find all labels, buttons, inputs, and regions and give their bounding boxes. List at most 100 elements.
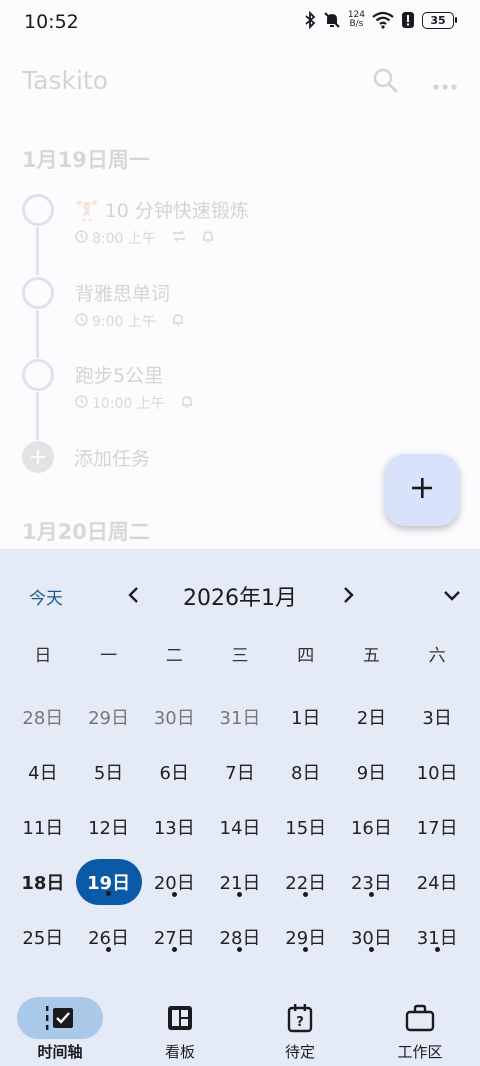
clock-icon — [75, 312, 88, 330]
day-label: 15日 — [285, 817, 327, 839]
bell-icon — [202, 230, 214, 247]
task-indicator-dot — [237, 947, 243, 952]
calendar-day[interactable]: 30日 — [141, 689, 207, 744]
nav-item-pending[interactable]: ? 待定 — [240, 986, 360, 1066]
calendar-day[interactable]: 24日 — [404, 854, 470, 909]
task-item[interactable]: 背雅思单词 9:00 上午 — [22, 277, 442, 358]
today-button[interactable]: 今天 — [29, 584, 63, 609]
add-task-fab[interactable] — [385, 454, 459, 526]
task-meta: 8:00 上午 — [75, 228, 214, 248]
more-icon[interactable] — [433, 76, 457, 95]
task-time: 8:00 上午 — [92, 231, 156, 247]
calendar-day[interactable]: 20日 — [141, 854, 207, 909]
calendar-day[interactable]: 27日 — [141, 909, 207, 964]
calendar-day[interactable]: 4日 — [10, 744, 76, 799]
status-bar: 10:52 124 B/s 35 — [0, 0, 480, 46]
day-label: 1日 — [290, 707, 321, 729]
add-task-row[interactable]: + 添加任务 — [22, 441, 150, 473]
calendar-day[interactable]: 7日 — [207, 744, 273, 799]
day-label: 30日 — [350, 927, 392, 949]
month-label: 2026年1月 — [183, 586, 297, 611]
task-checkbox[interactable] — [22, 277, 54, 309]
calendar-day[interactable]: 12日 — [76, 799, 142, 854]
alert-icon — [401, 11, 415, 29]
calendar-day[interactable]: 29日 — [273, 909, 339, 964]
day-label: 27日 — [153, 927, 195, 949]
calendar-day[interactable]: 28日 — [207, 909, 273, 964]
calendar-day-today[interactable]: 18日 — [10, 854, 76, 909]
day-label: 16日 — [350, 817, 392, 839]
weekday-label: 五 — [362, 646, 380, 666]
day-label: 5日 — [93, 762, 124, 784]
date-header: 1月19日周一 — [22, 148, 150, 172]
chevron-down-icon[interactable] — [442, 585, 462, 605]
calendar-day[interactable]: 16日 — [339, 799, 405, 854]
calendar-day[interactable]: 30日 — [339, 909, 405, 964]
calendar-day[interactable]: 8日 — [273, 744, 339, 799]
app-title: Taskito — [22, 66, 108, 95]
calendar-day[interactable]: 2日 — [339, 689, 405, 744]
task-indicator-dot — [237, 892, 243, 897]
pending-icon: ? — [257, 997, 343, 1039]
calendar-day[interactable]: 31日 — [207, 689, 273, 744]
task-item[interactable]: 跑步5公里 10:00 上午 — [22, 359, 442, 440]
bell-icon — [181, 395, 193, 412]
calendar-day[interactable]: 25日 — [10, 909, 76, 964]
task-indicator-dot — [434, 947, 440, 952]
day-label: 23日 — [350, 872, 392, 894]
calendar-day[interactable]: 5日 — [76, 744, 142, 799]
task-item[interactable]: 🏋 10 分钟快速锻炼 8:00 上午 — [22, 194, 442, 275]
calendar-day[interactable]: 22日 — [273, 854, 339, 909]
task-checkbox[interactable] — [22, 359, 54, 391]
day-label: 14日 — [219, 817, 261, 839]
calendar-day[interactable]: 26日 — [76, 909, 142, 964]
weekday-row: 日 一 二 三 四 五 六 — [10, 641, 470, 666]
nav-item-workspace[interactable]: 工作区 — [360, 986, 480, 1066]
calendar-day[interactable]: 13日 — [141, 799, 207, 854]
calendar-day[interactable]: 1日 — [273, 689, 339, 744]
nav-item-board[interactable]: 看板 — [120, 986, 240, 1066]
task-indicator-dot — [171, 947, 177, 952]
prev-month-button[interactable] — [124, 585, 144, 605]
calendar-day[interactable]: 10日 — [404, 744, 470, 799]
nav-item-timeline[interactable]: 时间轴 — [0, 986, 120, 1066]
day-label: 24日 — [416, 872, 458, 894]
calendar-day[interactable]: 15日 — [273, 799, 339, 854]
day-label: 18日 — [21, 872, 65, 894]
nav-label: 待定 — [284, 1043, 315, 1061]
task-indicator-dot — [303, 892, 309, 897]
day-label: 28日 — [22, 707, 64, 729]
day-label: 28日 — [219, 927, 261, 949]
day-label: 25日 — [22, 927, 64, 949]
day-label: 26日 — [88, 927, 130, 949]
calendar-day[interactable]: 17日 — [404, 799, 470, 854]
task-time: 9:00 上午 — [92, 314, 156, 330]
calendar-day-selected[interactable]: 19日 — [75, 854, 142, 909]
calendar-day[interactable]: 21日 — [207, 854, 273, 909]
wifi-icon — [372, 11, 394, 29]
task-checkbox[interactable] — [22, 194, 54, 226]
day-label: 29日 — [88, 707, 130, 729]
calendar-day[interactable]: 11日 — [10, 799, 76, 854]
calendar-day[interactable]: 9日 — [339, 744, 405, 799]
weekday-label: 六 — [428, 646, 446, 666]
clock-icon — [75, 229, 88, 247]
calendar-day[interactable]: 23日 — [339, 854, 405, 909]
day-label: 4日 — [28, 762, 58, 784]
day-label: 20日 — [153, 872, 195, 894]
calendar-day[interactable]: 29日 — [76, 689, 142, 744]
task-title: 跑步5公里 — [75, 365, 164, 387]
calendar-sheet: 今天 2026年1月 日 一 二 三 四 五 六 28日 29日 30日 31日 1日 2… — [0, 549, 480, 986]
search-icon[interactable] — [373, 68, 399, 98]
calendar-day[interactable]: 3日 — [404, 689, 470, 744]
clock-icon — [75, 394, 88, 412]
day-label: 29日 — [285, 927, 327, 949]
battery-icon: 35 — [422, 11, 457, 29]
task-indicator-dot — [171, 892, 177, 897]
calendar-day[interactable]: 6日 — [141, 744, 207, 799]
calendar-day[interactable]: 28日 — [10, 689, 76, 744]
next-month-button[interactable] — [338, 585, 358, 605]
calendar-day[interactable]: 31日 — [404, 909, 470, 964]
task-indicator-dot — [368, 947, 374, 952]
calendar-day[interactable]: 14日 — [207, 799, 273, 854]
